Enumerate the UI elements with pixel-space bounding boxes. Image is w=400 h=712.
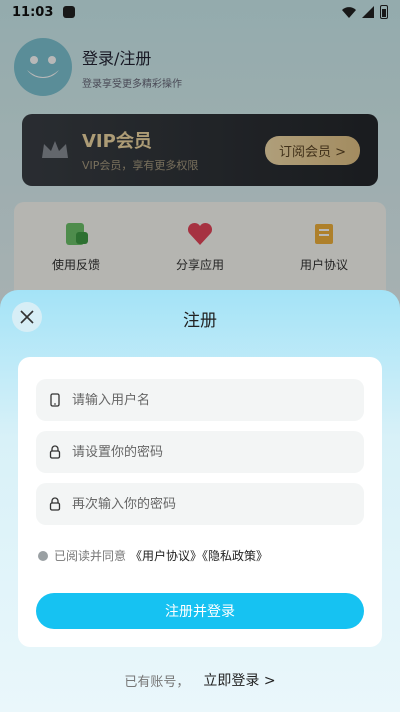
lock-icon — [49, 497, 61, 511]
password-field[interactable] — [36, 431, 364, 473]
username-field[interactable] — [36, 379, 364, 421]
lock-icon — [49, 445, 61, 459]
confirm-password-input[interactable] — [72, 496, 352, 512]
register-button[interactable]: 注册并登录 — [36, 593, 364, 629]
agreement-row: 已阅读并同意 《用户协议》《隐私政策》 — [38, 547, 268, 564]
username-input[interactable] — [72, 392, 352, 408]
confirm-password-field[interactable] — [36, 483, 364, 525]
login-hint: 已有账号， — [124, 674, 190, 690]
agree-text: 已阅读并同意 — [54, 549, 127, 563]
register-form: 已阅读并同意 《用户协议》《隐私政策》 注册并登录 — [18, 357, 382, 647]
phone-icon — [50, 393, 60, 407]
agree-checkbox[interactable] — [38, 550, 48, 561]
login-prompt: 已有账号， 立即登录 > — [0, 670, 400, 690]
sheet-title: 注册 — [183, 311, 217, 331]
register-sheet: 注册 已阅读并同意 《用户协议》《隐私政策》 — [0, 290, 400, 712]
agreement-links[interactable]: 《用户协议》《隐私政策》 — [130, 547, 268, 564]
password-input[interactable] — [72, 444, 352, 460]
login-link[interactable]: 立即登录 > — [203, 670, 275, 690]
